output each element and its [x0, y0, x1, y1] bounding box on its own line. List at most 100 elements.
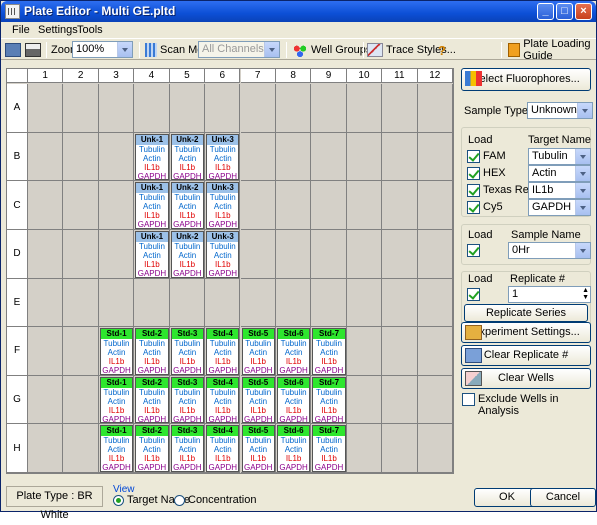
std-well[interactable]: Std-4TubulinActinIL1bGAPDHdil-4: [206, 376, 240, 424]
column-header[interactable]: 4: [134, 69, 170, 83]
std-well[interactable]: Std-5TubulinActinIL1bGAPDHdil-5: [241, 376, 275, 424]
well-A5[interactable]: [169, 84, 206, 133]
well-E5[interactable]: [169, 278, 206, 328]
well-D7[interactable]: [240, 229, 276, 279]
minimize-button[interactable]: _: [537, 3, 554, 20]
well-G12[interactable]: [417, 375, 453, 425]
well-G10[interactable]: [346, 375, 383, 425]
column-header[interactable]: 8: [275, 69, 312, 83]
unk-well[interactable]: Unk-3TubulinActinIL1bGAPDH2Hr: [206, 133, 240, 181]
unk-well[interactable]: Unk-2TubulinActinIL1bGAPDH1Hr: [170, 133, 205, 181]
help-icon[interactable]: ?: [438, 41, 446, 59]
exclude-wells-checkbox[interactable]: [462, 393, 475, 406]
menu-settings[interactable]: Settings: [38, 24, 78, 36]
load-hex-checkbox[interactable]: [467, 167, 480, 180]
well-C12[interactable]: [417, 181, 453, 230]
well-E10[interactable]: [346, 278, 383, 328]
well-H2[interactable]: [63, 424, 99, 473]
column-header[interactable]: 5: [169, 69, 206, 83]
well-G2[interactable]: [63, 375, 99, 425]
std-well[interactable]: Std-4TubulinActinIL1bGAPDHdil-4: [206, 425, 240, 472]
std-well[interactable]: Std-6TubulinActinIL1bGAPDHdil-6: [276, 328, 311, 375]
std-well[interactable]: Std-6TubulinActinIL1bGAPDHdil-6: [276, 376, 311, 424]
std-well[interactable]: Std-7TubulinActinIL1bGAPDHdil-7: [312, 328, 346, 375]
target-name-select[interactable]: IL1b: [528, 182, 591, 199]
well-A3[interactable]: [98, 84, 135, 133]
std-well[interactable]: Std-1TubulinActinIL1bGAPDHdil-1: [99, 425, 134, 472]
well-A9[interactable]: [311, 84, 347, 133]
well-C10[interactable]: [346, 181, 383, 230]
well-B3[interactable]: [98, 132, 135, 182]
std-well[interactable]: Std-2TubulinActinIL1bGAPDHdil-2: [135, 328, 169, 375]
well-E9[interactable]: [311, 278, 347, 328]
well-E7[interactable]: [240, 278, 276, 328]
row-header[interactable]: C: [7, 181, 28, 230]
std-well[interactable]: Std-7TubulinActinIL1bGAPDHdil-7: [312, 376, 346, 424]
std-well[interactable]: Std-5TubulinActinIL1bGAPDHdil-5: [241, 328, 275, 375]
std-well[interactable]: Std-1TubulinActinIL1bGAPDHdil-1: [99, 376, 134, 424]
load-replicate-checkbox[interactable]: [467, 288, 480, 301]
well-B10[interactable]: [346, 132, 383, 182]
row-header[interactable]: A: [7, 84, 28, 133]
well-A6[interactable]: [205, 84, 241, 133]
well-B9[interactable]: [311, 132, 347, 182]
well-B1[interactable]: [28, 132, 64, 182]
unk-well[interactable]: Unk-3TubulinActinIL1bGAPDH2Hr: [206, 182, 240, 229]
unk-well[interactable]: Unk-1TubulinActinIL1bGAPDH0Hr: [135, 230, 169, 278]
well-F12[interactable]: [417, 327, 453, 376]
well-C3[interactable]: [98, 181, 135, 230]
well-A2[interactable]: [63, 84, 99, 133]
well-F10[interactable]: [346, 327, 383, 376]
well-A12[interactable]: [417, 84, 453, 133]
target-name-select[interactable]: Tubulin: [528, 148, 591, 165]
row-header[interactable]: B: [7, 132, 28, 182]
close-button[interactable]: ×: [575, 3, 592, 20]
view-target-name-radio[interactable]: [113, 495, 124, 506]
well-E3[interactable]: [98, 278, 135, 328]
load-cy5-checkbox[interactable]: [467, 201, 480, 214]
well-E4[interactable]: [134, 278, 170, 328]
column-header[interactable]: 11: [382, 69, 418, 83]
row-header[interactable]: G: [7, 375, 28, 425]
std-well[interactable]: Std-4TubulinActinIL1bGAPDHdil-4: [206, 328, 240, 375]
well-H12[interactable]: [417, 424, 453, 473]
spinner-icon[interactable]: ▲ ▼: [582, 287, 589, 301]
std-well[interactable]: Std-5TubulinActinIL1bGAPDHdil-5: [241, 425, 275, 472]
well-E8[interactable]: [275, 278, 312, 328]
column-header[interactable]: 3: [98, 69, 135, 83]
std-well[interactable]: Std-6TubulinActinIL1bGAPDHdil-6: [276, 425, 311, 472]
cancel-button[interactable]: Cancel: [530, 488, 596, 507]
row-header[interactable]: D: [7, 229, 28, 279]
std-well[interactable]: Std-2TubulinActinIL1bGAPDHdil-2: [135, 376, 169, 424]
sample-type-select[interactable]: Unknown: [527, 102, 593, 119]
well-G1[interactable]: [28, 375, 64, 425]
row-header[interactable]: F: [7, 327, 28, 376]
well-A8[interactable]: [275, 84, 312, 133]
std-well[interactable]: Std-3TubulinActinIL1bGAPDHdil-3: [170, 376, 205, 424]
unk-well[interactable]: Unk-1TubulinActinIL1bGAPDH0Hr: [135, 133, 169, 181]
well-C9[interactable]: [311, 181, 347, 230]
column-header[interactable]: 10: [346, 69, 383, 83]
well-H1[interactable]: [28, 424, 64, 473]
select-fluorophores-button[interactable]: Select Fluorophores...: [461, 68, 591, 91]
clear-replicate-button[interactable]: Clear Replicate #: [461, 345, 591, 366]
unk-well[interactable]: Unk-1TubulinActinIL1bGAPDH0Hr: [135, 182, 169, 229]
sample-name-select[interactable]: 0Hr: [508, 242, 591, 259]
select-all-corner[interactable]: [7, 69, 28, 83]
experiment-settings-button[interactable]: Experiment Settings...: [461, 322, 591, 343]
print-button[interactable]: [25, 41, 44, 59]
clear-wells-button[interactable]: Clear Wells: [461, 368, 591, 389]
replicate-input[interactable]: 1 ▲ ▼: [508, 286, 591, 303]
well-B11[interactable]: [382, 132, 418, 182]
well-A7[interactable]: [240, 84, 276, 133]
target-name-select[interactable]: GAPDH: [528, 199, 591, 216]
unk-well[interactable]: Unk-2TubulinActinIL1bGAPDH1Hr: [170, 182, 205, 229]
well-C11[interactable]: [382, 181, 418, 230]
well-C8[interactable]: [275, 181, 312, 230]
maximize-button[interactable]: □: [556, 3, 573, 20]
target-name-select[interactable]: Actin: [528, 165, 591, 182]
zoom-select[interactable]: 100%: [72, 41, 133, 58]
load-fam-checkbox[interactable]: [467, 150, 480, 163]
well-A11[interactable]: [382, 84, 418, 133]
well-E6[interactable]: [205, 278, 241, 328]
